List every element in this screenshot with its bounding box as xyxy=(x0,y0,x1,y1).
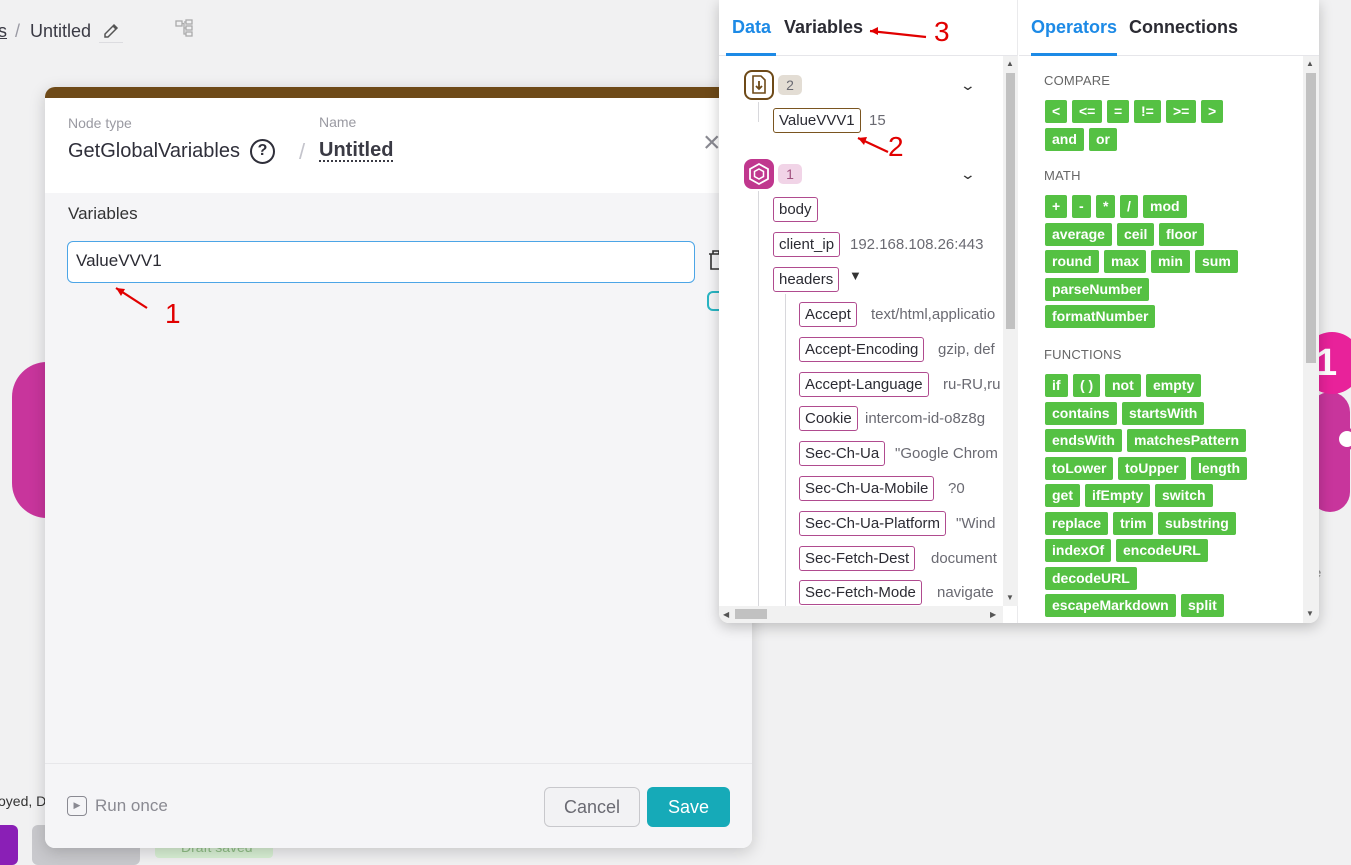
annotation-arrows xyxy=(115,27,927,309)
annotation-label-2: 2 xyxy=(888,131,904,162)
annotation-label-1: 1 xyxy=(165,298,181,329)
annotation-label-3: 3 xyxy=(934,16,950,47)
